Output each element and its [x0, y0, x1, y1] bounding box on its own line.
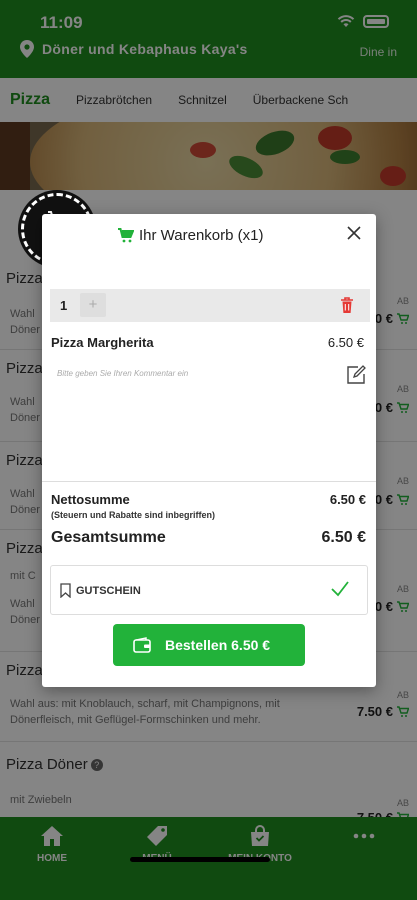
close-icon[interactable]	[346, 225, 362, 241]
order-button[interactable]: Bestellen 6.50 €	[113, 624, 305, 666]
grand-total-label: Gesamtsumme	[51, 529, 166, 546]
net-total-value: 6.50 €	[329, 492, 366, 507]
net-total-note: (Steuern und Rabatte sind inbegriffen)	[51, 510, 216, 520]
comment-input[interactable]: Bitte geben Sie Ihren Kommentar ein	[57, 369, 188, 378]
bookmark-icon	[60, 583, 71, 598]
coupon-field[interactable]: GUTSCHEIN	[50, 565, 368, 615]
cart-modal-header: Ihr Warenkorb (x1)	[42, 214, 376, 258]
increase-quantity-button[interactable]: +	[80, 293, 106, 317]
order-button-label: Bestellen 6.50 €	[165, 637, 271, 653]
cart-modal: Ihr Warenkorb (x1) 1 + Pizza Margherita …	[42, 214, 376, 687]
summary-divider	[42, 481, 376, 482]
quantity-value: 1	[60, 298, 68, 313]
net-total-label: Nettosumme	[51, 492, 130, 507]
check-icon[interactable]	[330, 580, 350, 598]
quantity-bar: 1 +	[50, 289, 370, 322]
edit-comment-icon[interactable]	[346, 365, 366, 385]
trash-icon[interactable]	[340, 296, 354, 314]
cart-title: Ihr Warenkorb (x1)	[139, 227, 264, 244]
cart-item-price: 6.50 €	[327, 335, 364, 350]
wallet-icon	[133, 637, 151, 653]
coupon-label: GUTSCHEIN	[76, 585, 141, 597]
cart-item-name: Pizza Margherita	[51, 335, 154, 350]
cart-icon	[118, 228, 134, 243]
grand-total-value: 6.50 €	[321, 529, 366, 546]
home-indicator	[130, 857, 270, 862]
